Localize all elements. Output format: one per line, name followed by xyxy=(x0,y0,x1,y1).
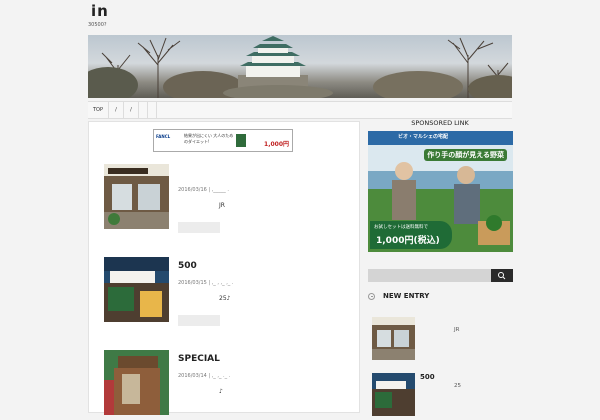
post-thumbnail[interactable] xyxy=(104,350,169,415)
sidebar-ad[interactable]: ビオ・マルシェの宅配 作り手の顔が見える野菜 お試しセットは送料無料で 1,00… xyxy=(368,131,513,252)
post-date: 2016/03/16 | ,_____ . xyxy=(178,187,229,193)
ad-brand: ビオ・マルシェの宅配 xyxy=(398,134,449,140)
search-input[interactable] xyxy=(368,269,491,282)
new-entry-item[interactable]: JR xyxy=(372,317,512,362)
site-description: 30500? xyxy=(88,22,107,28)
post-item: 500 2016/03/15 | ,_ , ,_ ,_ . 25♪ xyxy=(104,257,344,327)
ad-brand: FANCL xyxy=(156,134,171,139)
main-content: FANCL 結果が出にくい 大人のためのダイエット! 1,000円 2016/0… xyxy=(88,121,360,415)
post-date: 2016/03/15 | ,_ , ,_ ,_ . xyxy=(178,280,234,286)
post-item: SPECIAL 2016/03/14 | ,_ ,_ ._ . ♪ xyxy=(104,350,344,420)
post-thumbnail[interactable] xyxy=(104,164,169,229)
nav-item-4[interactable] xyxy=(139,102,148,118)
nav-item-top[interactable]: TOP xyxy=(88,102,109,118)
ad-text: 結果が出にくい 大人のためのダイエット! xyxy=(184,133,234,144)
post-thumbnail[interactable] xyxy=(104,257,169,322)
ad-offer-line: お試しセットは送料無料で xyxy=(374,225,428,230)
site-title[interactable]: in xyxy=(91,2,109,20)
post-date: 2016/03/14 | ,_ ,_ ._ . xyxy=(178,373,231,379)
read-more-button[interactable] xyxy=(178,315,220,326)
post-title[interactable]: 500 xyxy=(178,261,197,271)
search-icon xyxy=(498,272,506,280)
nav-item-2[interactable]: / xyxy=(109,102,124,118)
entry-title[interactable]: 500 xyxy=(420,373,435,381)
post-item: 2016/03/16 | ,_____ . JR xyxy=(104,164,344,234)
ad-tagline: 作り手の顔が見える野菜 xyxy=(424,149,507,161)
sponsored-link-heading: SPONSORED LINK xyxy=(411,119,469,127)
castle-photo xyxy=(88,36,512,98)
entry-thumbnail[interactable] xyxy=(372,373,415,416)
ad-offer-price: 1,000円(税込) xyxy=(376,236,440,246)
post-excerpt: ♪ xyxy=(219,388,223,395)
post-title[interactable]: SPECIAL xyxy=(178,354,220,364)
ad-offer: お試しセットは送料無料で 1,000円(税込) xyxy=(370,221,452,249)
read-more-button[interactable] xyxy=(178,222,220,233)
entry-thumbnail[interactable] xyxy=(372,317,415,360)
main-nav: TOP / / xyxy=(88,101,512,119)
circle-minus-icon xyxy=(368,293,375,300)
ad-banner[interactable]: FANCL 結果が出にくい 大人のためのダイエット! 1,000円 xyxy=(153,129,293,152)
new-entry-label: NEW ENTRY xyxy=(383,292,430,300)
new-entry-heading: NEW ENTRY xyxy=(368,291,513,303)
nav-item-3[interactable]: / xyxy=(124,102,139,118)
ad-price: 1,000円 xyxy=(264,141,289,148)
search-button[interactable] xyxy=(491,269,513,282)
post-excerpt: JR xyxy=(219,202,225,209)
new-entry-item[interactable]: 500 25 xyxy=(372,373,512,418)
product-package-image xyxy=(236,134,246,147)
entry-excerpt: JR xyxy=(454,327,460,333)
nav-item-5[interactable] xyxy=(148,102,157,118)
entry-excerpt: 25 xyxy=(454,383,461,389)
header-image xyxy=(88,35,512,98)
post-excerpt: 25♪ xyxy=(219,295,231,302)
